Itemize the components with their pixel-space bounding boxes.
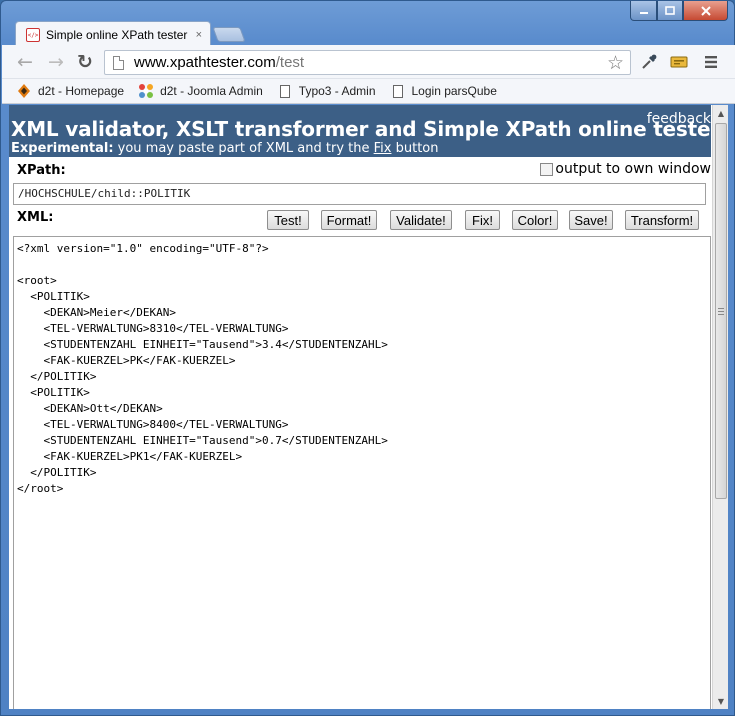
xml-line: <POLITIK> xyxy=(17,290,90,303)
xml-line: <POLITIK> xyxy=(17,386,90,399)
d2t-icon xyxy=(16,83,32,99)
own-window-option[interactable]: output to own window xyxy=(540,161,711,177)
address-bar[interactable]: www.xpathtester.com/test ☆ xyxy=(104,50,631,75)
xml-line: <STUDENTENZAHL EINHEIT="Tausend">0.7</ST… xyxy=(17,434,388,447)
color-button[interactable]: Color! xyxy=(512,210,558,230)
scroll-down-icon[interactable]: ▼ xyxy=(713,693,729,709)
browser-toolbar: ← → ↻ www.xpathtester.com/test ☆ xyxy=(2,45,735,79)
xml-line xyxy=(17,257,707,273)
xpath-label: XPath: xyxy=(17,163,66,178)
window-controls xyxy=(630,1,728,21)
eyedropper-icon[interactable] xyxy=(638,52,660,72)
xpath-input[interactable]: /HOCHSCHULE/child::POLITIK xyxy=(13,183,706,205)
xml-line: <root> xyxy=(17,274,57,287)
experimental-label: Experimental: xyxy=(11,141,114,156)
fix-button[interactable]: Fix! xyxy=(465,210,500,230)
page-content: XML validator, XSLT transformer and Simp… xyxy=(9,105,728,709)
minimize-icon[interactable] xyxy=(630,1,657,21)
new-tab-button[interactable] xyxy=(212,27,246,42)
xml-line: <TEL-VERWALTUNG>8400</TEL-VERWALTUNG> xyxy=(17,418,289,431)
format-button[interactable]: Format! xyxy=(321,210,377,230)
browser-tab[interactable]: </> Simple online XPath tester × xyxy=(15,21,211,46)
tab-close-icon[interactable]: × xyxy=(196,29,202,41)
joomla-icon xyxy=(138,83,154,99)
xpath-favicon-icon: </> xyxy=(26,28,40,42)
scroll-up-icon[interactable]: ▲ xyxy=(713,105,729,121)
bookmark-label: d2t - Homepage xyxy=(38,84,125,98)
own-window-checkbox[interactable] xyxy=(540,162,554,176)
xml-line: </root> xyxy=(17,482,64,495)
extension-icon[interactable] xyxy=(668,52,690,72)
test-button[interactable]: Test! xyxy=(267,210,309,230)
xml-line: <TEL-VERWALTUNG>8310</TEL-VERWALTUNG> xyxy=(17,322,289,335)
page-icon xyxy=(277,83,293,99)
bookmark-typo3-admin[interactable]: Typo3 - Admin xyxy=(277,83,376,99)
url-path: /test xyxy=(275,54,305,71)
xml-line: <DEKAN>Meier</DEKAN> xyxy=(17,306,176,319)
scrollbar-thumb[interactable] xyxy=(715,123,727,499)
xml-line: </POLITIK> xyxy=(17,370,97,383)
tab-title: Simple online XPath tester xyxy=(46,28,188,42)
xml-line: </POLITIK> xyxy=(17,466,97,479)
bookmark-label: Login parsQube xyxy=(411,84,497,98)
back-arrow-icon[interactable]: ← xyxy=(15,51,35,73)
page-icon xyxy=(113,55,124,70)
xml-label: XML: xyxy=(17,210,54,225)
feedback-link[interactable]: feedback xyxy=(647,111,711,127)
bookmark-d2t-joomla-admin[interactable]: d2t - Joomla Admin xyxy=(138,83,263,99)
maximize-icon[interactable] xyxy=(657,1,683,21)
subtitle-text: you may paste part of XML and try the xyxy=(113,141,374,156)
own-window-label: output to own window xyxy=(555,161,711,177)
browser-window: </> Simple online XPath tester × ← → ↻ w… xyxy=(0,0,735,716)
bookmarks-bar: d2t - Homepage d2t - Joomla Admin Typo3 … xyxy=(2,79,735,104)
url-host: www.xpathtester.com xyxy=(134,54,276,71)
xml-line: <?xml version="1.0" encoding="UTF-8"?> xyxy=(17,242,269,255)
bookmark-star-icon[interactable]: ☆ xyxy=(607,52,624,75)
bookmark-label: Typo3 - Admin xyxy=(298,84,376,98)
bookmark-login-parsqube[interactable]: Login parsQube xyxy=(390,83,497,99)
xml-line: <STUDENTENZAHL EINHEIT="Tausend">3.4</ST… xyxy=(17,338,388,351)
validate-button[interactable]: Validate! xyxy=(390,210,452,230)
subtitle-end: button xyxy=(391,141,439,156)
bookmark-d2t-homepage[interactable]: d2t - Homepage xyxy=(16,83,124,99)
page-subtitle: Experimental: you may paste part of XML … xyxy=(11,141,438,156)
reload-icon[interactable]: ↻ xyxy=(75,51,95,73)
page-header: XML validator, XSLT transformer and Simp… xyxy=(9,105,720,157)
xml-line: <FAK-KUERZEL>PK1</FAK-KUERZEL> xyxy=(17,450,243,463)
save-button[interactable]: Save! xyxy=(569,210,613,230)
close-icon[interactable] xyxy=(683,1,728,21)
transform-button[interactable]: Transform! xyxy=(625,210,699,230)
forward-arrow-icon[interactable]: → xyxy=(46,51,66,73)
vertical-scrollbar[interactable]: ▲ ▼ xyxy=(712,105,728,709)
xml-textarea[interactable]: <?xml version="1.0" encoding="UTF-8"?> <… xyxy=(13,236,711,709)
bookmark-label: d2t - Joomla Admin xyxy=(160,84,263,98)
xml-line: <DEKAN>Ott</DEKAN> xyxy=(17,402,163,415)
page-title: XML validator, XSLT transformer and Simp… xyxy=(11,117,721,141)
menu-icon[interactable] xyxy=(700,52,722,72)
xml-line: <FAK-KUERZEL>PK</FAK-KUERZEL> xyxy=(17,354,236,367)
fix-link[interactable]: Fix xyxy=(374,141,392,156)
page-icon xyxy=(390,83,406,99)
